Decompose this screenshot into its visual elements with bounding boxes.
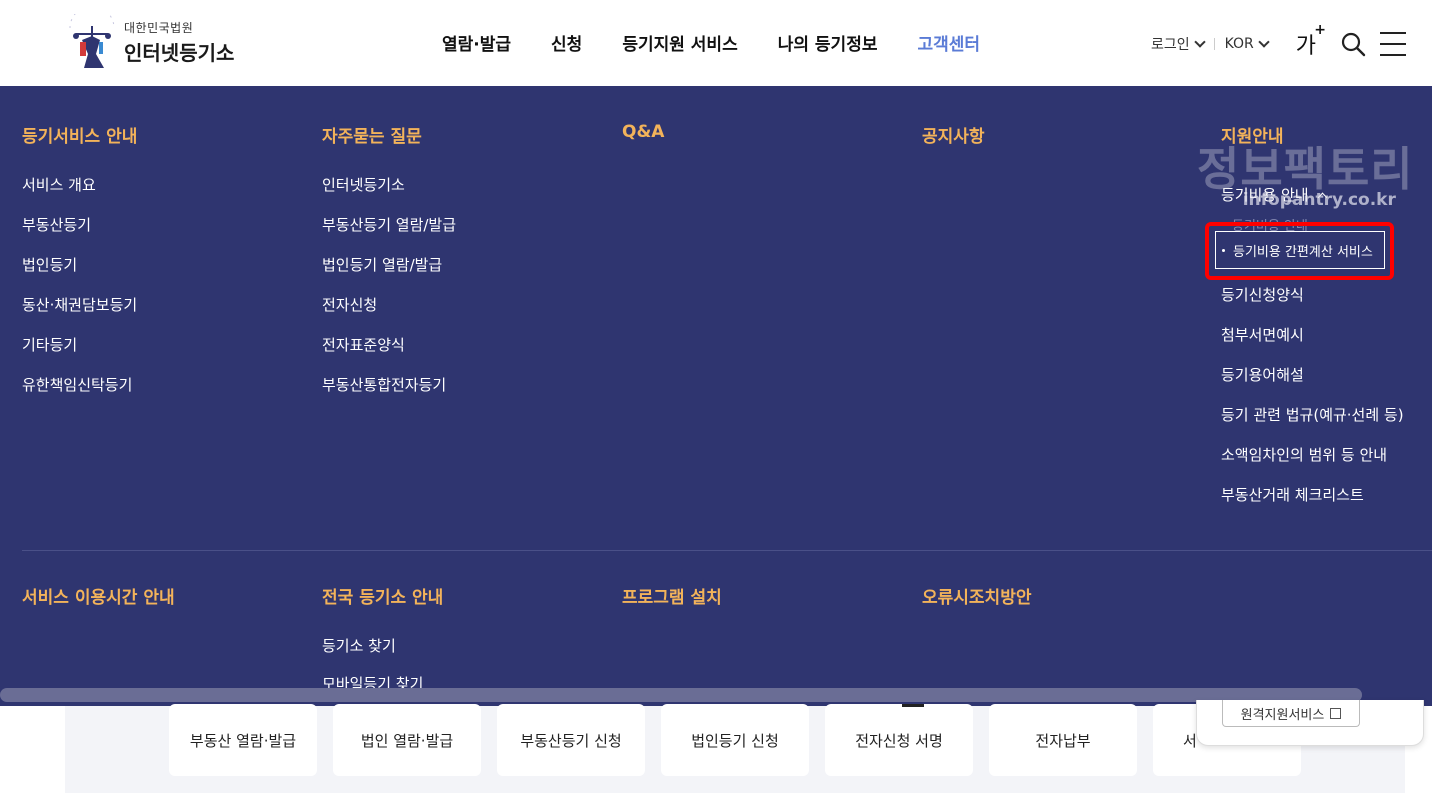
- menu-line: [1380, 54, 1406, 56]
- horizontal-scrollbar[interactable]: [0, 688, 1362, 702]
- hamburger-menu-button[interactable]: [1380, 32, 1406, 56]
- logo-title: 인터넷등기소: [124, 40, 235, 65]
- divider: [1213, 38, 1215, 50]
- language-label: KOR: [1224, 36, 1254, 52]
- menu-line: [1380, 32, 1406, 34]
- menu-column-notice: 공지사항: [922, 122, 985, 147]
- menu-column-qna: Q&A: [622, 122, 664, 142]
- remote-support-button[interactable]: 원격지원서비스: [1222, 700, 1360, 727]
- quick-link-label: 부동산등기 신청: [520, 731, 622, 750]
- external-link-icon: [1330, 707, 1342, 719]
- quick-link-label: 서: [1183, 731, 1197, 750]
- menu-column-error-fix: 오류시조치방안: [922, 583, 1031, 608]
- login-dropdown[interactable]: 로그인: [1150, 34, 1206, 54]
- nav-customer-center[interactable]: 고객센터: [917, 30, 980, 55]
- font-size-label: 가: [1295, 34, 1316, 59]
- remote-support-label: 원격지원서비스: [1240, 707, 1325, 723]
- quick-link-e-sign[interactable]: 전자신청 서명: [825, 704, 973, 776]
- quick-link-label: 법인 열람·발급: [360, 731, 454, 750]
- menu-column-registry-offices: 전국 등기소 안내 등기소 찾기: [322, 583, 443, 676]
- menu-column-faq: 자주묻는 질문 인터넷등기소 부동산등기 열람/발급 법인등기 열람/발급 전자…: [322, 122, 456, 415]
- menu-item-corporate[interactable]: 법인등기: [22, 255, 137, 295]
- quick-link-real-estate-view[interactable]: 부동산 열람·발급: [169, 704, 317, 776]
- menu-divider: [22, 550, 1432, 551]
- search-button[interactable]: [1340, 31, 1366, 57]
- chevron-down-icon: [1193, 36, 1206, 48]
- chevron-down-icon: [1258, 36, 1270, 48]
- plus-icon: +: [1314, 22, 1326, 38]
- menu-column-registry-service: 등기서비스 안내 서비스 개요 부동산등기 법인등기 동산·채권담보등기 기타등…: [22, 122, 137, 415]
- menu-item-label: 등기비용 안내: [1221, 186, 1309, 204]
- court-emblem-icon: [62, 5, 122, 70]
- nav-view-issue[interactable]: 열람·발급: [442, 30, 511, 55]
- menu-item-regulations[interactable]: 등기 관련 법규(예규·선례 등): [1221, 405, 1404, 445]
- menu-item-application-form[interactable]: 등기신청양식: [1221, 285, 1404, 325]
- chevron-up-icon: [1317, 192, 1328, 202]
- nav-apply[interactable]: 신청: [551, 30, 582, 55]
- menu-item-corporate-view[interactable]: 법인등기 열람/발급: [322, 255, 456, 295]
- menu-line: [1380, 43, 1406, 45]
- menu-column-title[interactable]: 지원안내: [1221, 122, 1404, 147]
- quick-link-e-payment[interactable]: 전자납부: [989, 704, 1137, 776]
- search-icon: [1341, 32, 1366, 57]
- menu-item-internet-registry[interactable]: 인터넷등기소: [322, 175, 456, 215]
- menu-item-real-estate[interactable]: 부동산등기: [22, 215, 137, 255]
- highlight-box: [1205, 222, 1394, 280]
- menu-column-title[interactable]: 등기서비스 안내: [22, 122, 137, 147]
- language-dropdown[interactable]: KOR: [1224, 36, 1270, 52]
- menu-column-title[interactable]: 공지사항: [922, 122, 985, 147]
- menu-item-service-overview[interactable]: 서비스 개요: [22, 175, 137, 215]
- menu-column-service-hours: 서비스 이용시간 안내: [22, 583, 175, 608]
- logo-subtitle: 대한민국법원: [124, 20, 194, 35]
- menu-column-title[interactable]: 서비스 이용시간 안내: [22, 583, 175, 608]
- mega-menu-panel: 등기서비스 안내 서비스 개요 부동산등기 법인등기 동산·채권담보등기 기타등…: [0, 86, 1432, 706]
- quick-link-label: 전자납부: [1035, 731, 1091, 750]
- nav-registry-support[interactable]: 등기지원 서비스: [622, 30, 737, 55]
- menu-item-transaction-checklist[interactable]: 부동산거래 체크리스트: [1221, 485, 1404, 525]
- icon-fragment: [902, 704, 924, 707]
- menu-item-other[interactable]: 기타등기: [22, 335, 137, 375]
- menu-item-e-standard-form[interactable]: 전자표준양식: [322, 335, 456, 375]
- menu-column-program-install: 프로그램 설치: [622, 583, 722, 608]
- site-logo[interactable]: 대한민국법원 인터넷등기소: [62, 5, 252, 70]
- menu-item-trust[interactable]: 유한책임신탁등기: [22, 375, 137, 415]
- quick-link-label: 법인등기 신청: [691, 731, 779, 750]
- login-label: 로그인: [1150, 37, 1190, 53]
- menu-item-attachment-example[interactable]: 첨부서면예시: [1221, 325, 1404, 365]
- menu-column-title[interactable]: 자주묻는 질문: [322, 122, 456, 147]
- menu-item-real-estate-view[interactable]: 부동산등기 열람/발급: [322, 215, 456, 255]
- main-navigation: 열람·발급 신청 등기지원 서비스 나의 등기정보 고객센터: [442, 28, 1020, 56]
- menu-column-support-guide: 지원안내 등기비용 안내 등기신청양식 첨부서면예시 등기용어해설 등기 관련 …: [1221, 122, 1404, 525]
- menu-item-movable-property[interactable]: 동산·채권담보등기: [22, 295, 137, 335]
- utility-bar: 로그인 KOR 가 +: [1150, 22, 1406, 62]
- menu-item-small-tenant-guide[interactable]: 소액임차인의 범위 등 안내: [1221, 445, 1404, 485]
- font-size-button[interactable]: 가 +: [1295, 22, 1326, 60]
- quick-link-label: 부동산 열람·발급: [189, 731, 297, 750]
- nav-my-registry-info[interactable]: 나의 등기정보: [778, 30, 878, 55]
- menu-item-find-office[interactable]: 등기소 찾기: [322, 636, 443, 676]
- menu-column-title[interactable]: Q&A: [622, 122, 664, 142]
- menu-item-glossary[interactable]: 등기용어해설: [1221, 365, 1404, 405]
- menu-item-e-application[interactable]: 전자신청: [322, 295, 456, 335]
- quick-link-corporate-view[interactable]: 법인 열람·발급: [333, 704, 481, 776]
- quick-link-corporate-apply[interactable]: 법인등기 신청: [661, 704, 809, 776]
- menu-item-registry-fee-guide[interactable]: 등기비용 안내: [1221, 175, 1404, 215]
- quick-link-label: 전자신청 서명: [855, 731, 943, 750]
- menu-column-title[interactable]: 프로그램 설치: [622, 583, 722, 608]
- menu-column-title[interactable]: 전국 등기소 안내: [322, 583, 443, 608]
- site-header: 대한민국법원 인터넷등기소 열람·발급 신청 등기지원 서비스 나의 등기정보 …: [0, 0, 1432, 86]
- quick-link-real-estate-apply[interactable]: 부동산등기 신청: [497, 704, 645, 776]
- remote-support-popup: 원격지원서비스: [1196, 700, 1424, 746]
- menu-column-title[interactable]: 오류시조치방안: [922, 583, 1031, 608]
- menu-item-integrated-e-registry[interactable]: 부동산통합전자등기: [322, 375, 456, 415]
